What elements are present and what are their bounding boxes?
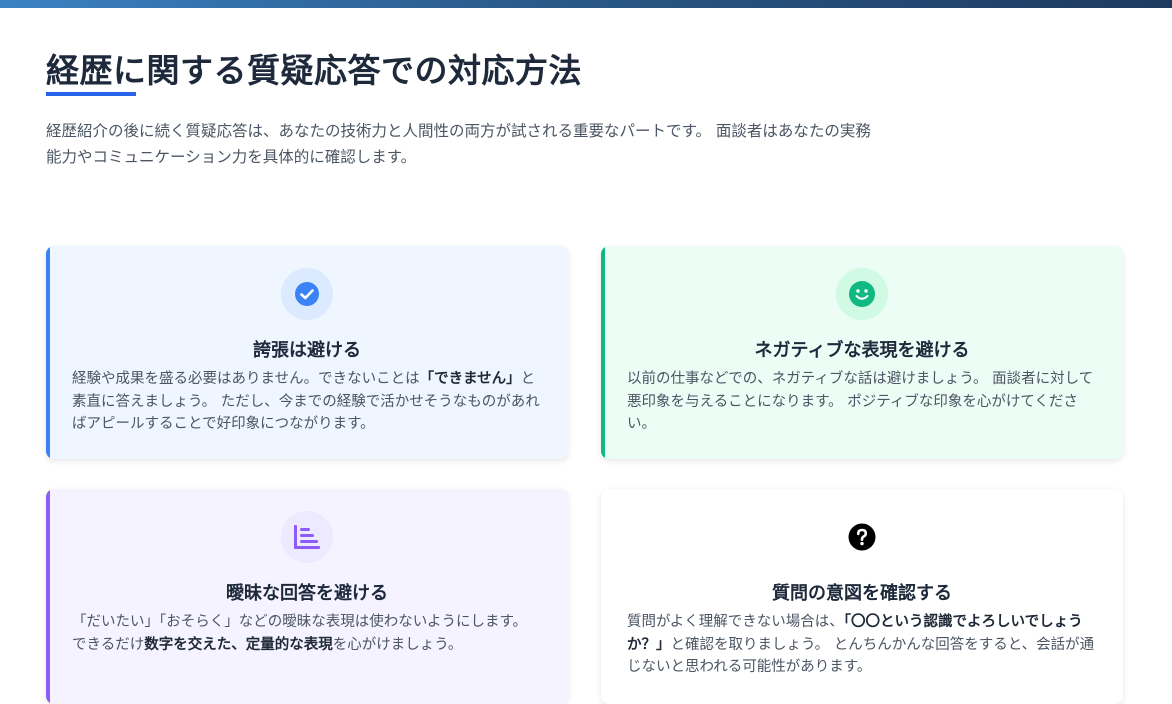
card-body: 経験や成果を盛る必要はありません。できないことは「できません」と素直に答えましょ…: [72, 368, 542, 436]
card-title: 質問の意図を確認する: [772, 583, 952, 604]
card-avoid-negative-expressions: ネガティブな表現を避ける 以前の仕事などでの、ネガティブな話は避けましょう。 面…: [601, 246, 1123, 459]
card-title: 誇張は避ける: [253, 340, 361, 361]
card-avoid-exaggeration: 誇張は避ける 経験や成果を盛る必要はありません。できないことは「できません」と素…: [46, 246, 568, 459]
card-title: ネガティブな表現を避ける: [754, 340, 970, 361]
card-confirm-question-intent: 質問の意図を確認する 質問がよく理解できない場合は、「〇〇という認識でよろしいで…: [601, 489, 1123, 704]
card-body-text: 質問がよく理解できない場合は、: [627, 614, 844, 630]
card-body: 「だいたい」「おそらく」などの曖昧な表現は使わないようにします。 できるだけ数字…: [72, 611, 542, 656]
card-body-emphasis: 「できません」: [419, 371, 521, 387]
smile-icon: [836, 268, 888, 320]
card-body-text: を心がけましょう。: [332, 636, 463, 653]
bar-chart-icon: [281, 511, 333, 563]
card-body-text: 経験や成果を盛る必要はありません。できないことは: [72, 371, 420, 387]
card-body-text: 以前の仕事などでの、ネガティブな話は避けましょう。 面談者に対して悪印象を与える…: [627, 371, 1094, 432]
title-underline: [46, 92, 136, 96]
top-accent-bar: [0, 0, 1172, 8]
question-circle-icon: [836, 511, 888, 563]
page-title: 経歴に関する質疑応答での対応方法: [46, 51, 582, 90]
card-body: 以前の仕事などでの、ネガティブな話は避けましょう。 面談者に対して悪印象を与える…: [627, 368, 1097, 436]
card-body: 質問がよく理解できない場合は、「〇〇という認識でよろしいでしょうか？」と確認を取…: [627, 611, 1097, 679]
card-body-emphasis: 数字を交えた、定量的な表現: [144, 636, 333, 653]
intro-text: 経歴紹介の後に続く質疑応答は、あなたの技術力と人間性の両方が試される重要なパート…: [46, 122, 871, 166]
card-title: 曖昧な回答を避ける: [226, 583, 388, 604]
card-body-text: と確認を取りましょう。 とんちんかんな回答をすると、会話が通じないと思われる可能…: [627, 636, 1095, 676]
card-avoid-vague-answers: 曖昧な回答を避ける 「だいたい」「おそらく」などの曖昧な表現は使わないようにしま…: [46, 489, 568, 704]
check-circle-icon: [281, 268, 333, 320]
